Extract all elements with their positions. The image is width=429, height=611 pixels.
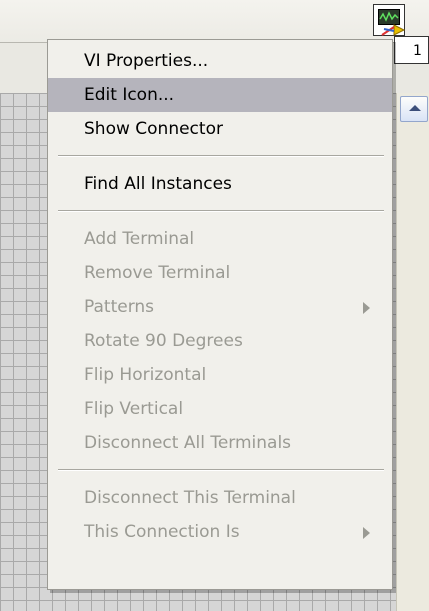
menu-item-remove-terminal[interactable]: Remove Terminal [48,256,392,290]
menu-item-add-terminal[interactable]: Add Terminal [48,222,392,256]
context-menu: VI Properties... Edit Icon... Show Conne… [47,39,393,590]
vertical-scrollbar[interactable] [396,93,429,611]
menu-item-disconnect-this[interactable]: Disconnect This Terminal [48,481,392,515]
menu-separator [58,469,384,471]
scroll-up-button[interactable] [400,96,428,122]
menu-item-flip-horizontal[interactable]: Flip Horizontal [48,358,392,392]
menu-separator [58,210,384,212]
menu-item-find-all-instances[interactable]: Find All Instances [48,167,392,201]
vi-icon[interactable] [373,4,406,36]
vi-arrow-icon [381,24,406,36]
menu-item-patterns[interactable]: Patterns [48,290,392,324]
menu-item-show-connector[interactable]: Show Connector [48,112,392,146]
menu-item-flip-vertical[interactable]: Flip Vertical [48,392,392,426]
menu-item-this-connection-is-label: This Connection Is [84,522,240,542]
menu-separator [58,155,384,157]
submenu-arrow-icon [363,302,370,314]
connector-pane[interactable]: 1 [394,36,429,64]
connector-terminal-label: 1 [413,43,422,59]
menu-item-disconnect-all[interactable]: Disconnect All Terminals [48,426,392,460]
menu-item-this-connection-is[interactable]: This Connection Is [48,515,392,549]
menu-item-edit-icon[interactable]: Edit Icon... [48,78,392,112]
menu-item-vi-properties[interactable]: VI Properties... [48,44,392,78]
menu-item-rotate-90[interactable]: Rotate 90 Degrees [48,324,392,358]
menu-item-patterns-label: Patterns [84,297,155,317]
toolbar [0,0,429,43]
submenu-arrow-icon [363,527,370,539]
